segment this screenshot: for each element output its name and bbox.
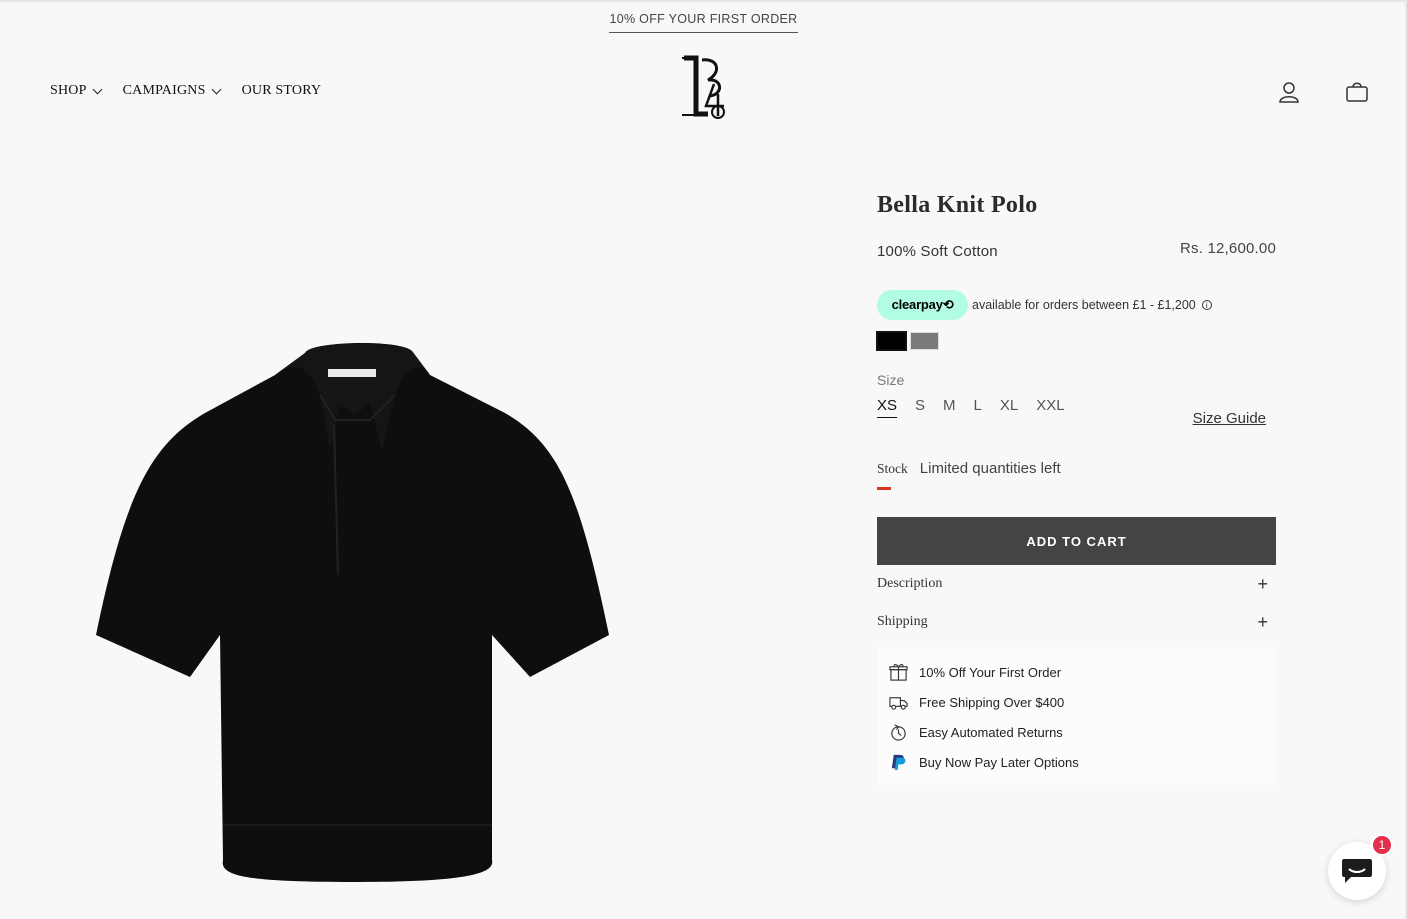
announcement-text[interactable]: 10% OFF YOUR FIRST ORDER xyxy=(609,12,798,33)
chevron-down-icon xyxy=(92,84,103,94)
accordion-shipping[interactable]: Shipping + xyxy=(877,603,1276,641)
cart-icon[interactable] xyxy=(1345,80,1369,104)
size-option-xxl[interactable]: XXL xyxy=(1036,397,1064,417)
nav-campaigns[interactable]: CAMPAIGNS xyxy=(122,83,222,99)
product-subrow: 100% Soft Cotton Rs. 12,600.00 xyxy=(877,240,1276,260)
perk-text: Free Shipping Over $400 xyxy=(919,694,1065,710)
perk-text: 10% Off Your First Order xyxy=(919,664,1062,680)
accordion-description-label: Description xyxy=(877,576,943,591)
color-swatch-black[interactable] xyxy=(876,331,907,351)
chevron-down-icon xyxy=(211,84,222,94)
returns-icon xyxy=(891,723,906,741)
header-icons xyxy=(1277,80,1369,104)
stock-text: Limited quantities left xyxy=(919,460,1061,477)
stock-indicator xyxy=(877,487,891,490)
nav-our-story-label: OUR STORY xyxy=(241,83,322,98)
product-subtitle: 100% Soft Cotton xyxy=(877,243,998,260)
announcement-bar[interactable]: 10% OFF YOUR FIRST ORDER xyxy=(0,12,1407,33)
nav-shop-label: SHOP xyxy=(50,83,87,98)
nav-shop[interactable]: SHOP xyxy=(50,83,103,99)
size-option-xs[interactable]: XS xyxy=(877,397,898,418)
top-border xyxy=(0,0,1407,2)
clearpay-text: available for orders between £1 - £1,200 xyxy=(972,298,1196,312)
main-nav: SHOP CAMPAIGNS OUR STORY xyxy=(50,83,321,99)
stock-row: Stock Limited quantities left xyxy=(877,460,1276,477)
size-label: Size xyxy=(877,372,905,388)
accordion-description[interactable]: Description + xyxy=(877,565,1276,603)
brand-logo[interactable] xyxy=(678,54,732,120)
clearpay-badge[interactable]: clearpay⟲ xyxy=(877,290,968,320)
perk-item: Buy Now Pay Later Options xyxy=(889,747,1266,777)
perk-item: Free Shipping Over $400 xyxy=(889,687,1266,717)
size-guide-link[interactable]: Size Guide xyxy=(1193,410,1266,427)
perk-text: Easy Automated Returns xyxy=(919,724,1063,740)
product-price: Rs. 12,600.00 xyxy=(1180,240,1276,257)
chat-notification-badge: 1 xyxy=(1371,834,1393,856)
info-icon[interactable]: i xyxy=(1201,300,1212,310)
accordion-shipping-label: Shipping xyxy=(877,614,928,629)
size-option-s[interactable]: S xyxy=(915,397,925,417)
nav-our-story[interactable]: OUR STORY xyxy=(242,83,322,99)
clearpay-row: clearpay⟲ available for orders between £… xyxy=(877,290,1276,320)
truck-icon xyxy=(889,696,908,710)
color-swatches xyxy=(876,331,1276,351)
chat-icon xyxy=(1342,859,1372,883)
size-option-m[interactable]: M xyxy=(943,397,956,417)
account-icon[interactable] xyxy=(1277,80,1301,104)
perk-item: Easy Automated Returns xyxy=(889,717,1266,747)
size-option-xl[interactable]: XL xyxy=(1000,397,1018,417)
product-info: Bella Knit Polo 100% Soft Cotton Rs. 12,… xyxy=(876,192,1276,785)
size-selector: XS S M L XL XXL Size Guide xyxy=(877,397,1276,433)
nav-campaigns-label: CAMPAIGNS xyxy=(122,83,206,98)
perk-text: Buy Now Pay Later Options xyxy=(919,754,1079,770)
plus-icon: + xyxy=(1257,611,1268,632)
product-title: Bella Knit Polo xyxy=(877,192,1038,218)
paypal-icon xyxy=(891,754,906,770)
size-option-l[interactable]: L xyxy=(974,397,982,417)
product-image[interactable] xyxy=(90,335,615,887)
add-to-cart-button[interactable]: ADD TO CART xyxy=(877,517,1276,565)
perk-item: 10% Off Your First Order xyxy=(889,657,1266,687)
stock-label: Stock xyxy=(877,461,908,476)
plus-icon: + xyxy=(1257,573,1268,594)
perks-list: 10% Off Your First Order Free Shipping O… xyxy=(877,647,1276,785)
color-swatch-grey[interactable] xyxy=(910,332,939,350)
gift-icon xyxy=(889,663,908,681)
